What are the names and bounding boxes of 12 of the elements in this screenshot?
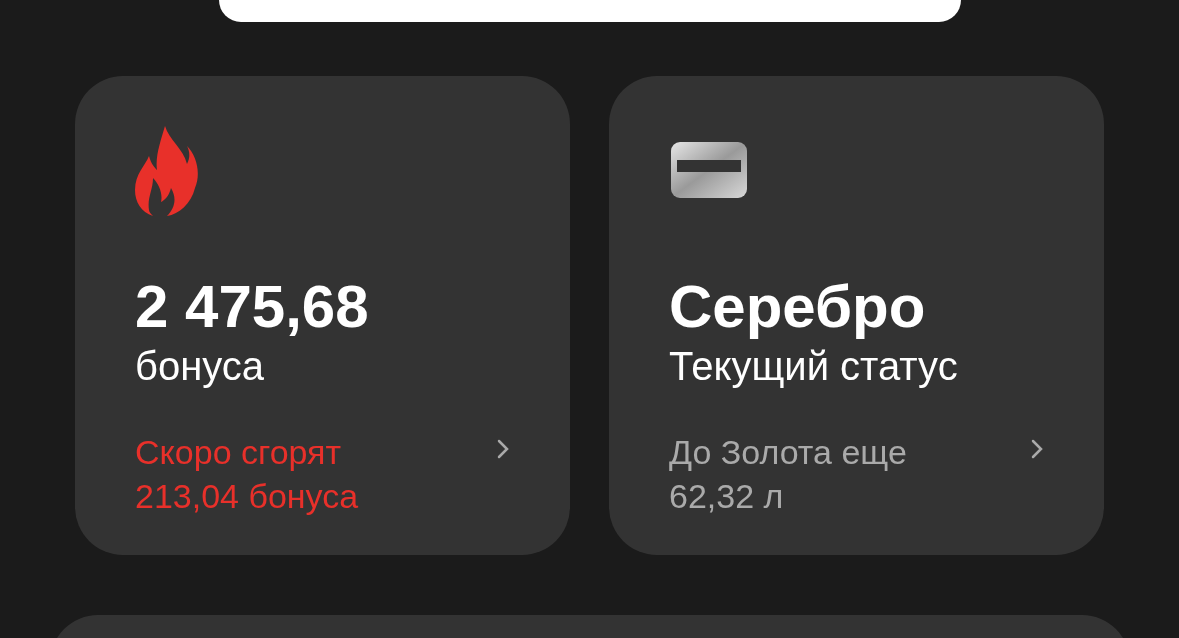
chevron-right-icon	[496, 438, 510, 460]
card-label: бонуса	[135, 343, 266, 390]
card-icon	[669, 140, 749, 200]
card-value: 2 475,68	[135, 272, 370, 342]
card-note: До Золота еще 62,32 л	[669, 432, 907, 517]
info-card[interactable]: Серебро Текущий статус До Золота еще 62,32 л	[609, 76, 1104, 555]
card-label: Текущий статус	[669, 343, 959, 390]
chevron-right-icon	[1030, 438, 1044, 460]
info-card[interactable]: 2 475,68 бонуса Скоро сгорят 213,04 бонуса	[75, 76, 570, 555]
card-value: Серебро	[669, 272, 927, 342]
flame-icon	[135, 126, 199, 216]
card-note: Скоро сгорят 213,04 бонуса	[135, 432, 359, 517]
